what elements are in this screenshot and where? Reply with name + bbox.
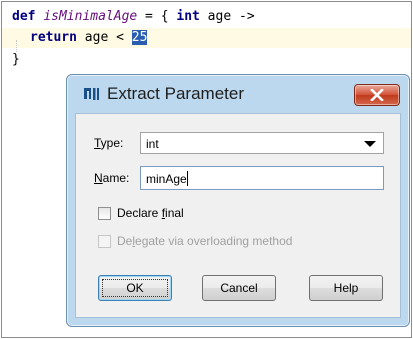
declare-final-label: Declare final xyxy=(117,206,184,220)
intellij-idea-icon xyxy=(83,87,100,102)
keyword-return: return xyxy=(30,30,77,45)
code-line-2-current: return age < 25 xyxy=(2,28,411,48)
type-select[interactable]: int xyxy=(140,132,384,154)
delegate-label: Delegate via overloading method xyxy=(117,234,293,248)
identifier-isMinimalAge: isMinimalAge xyxy=(43,9,138,24)
cancel-button[interactable]: Cancel xyxy=(202,275,276,301)
help-button[interactable]: Help xyxy=(309,275,383,301)
close-button[interactable] xyxy=(354,84,400,106)
text-caret xyxy=(187,171,188,186)
delegate-checkbox xyxy=(98,235,111,248)
screenshot-frame: def isMinimalAge = { int age -> return a… xyxy=(1,1,412,338)
code-text: age -> xyxy=(199,9,255,24)
name-input-value: minAge xyxy=(146,172,187,186)
selected-literal: 25 xyxy=(131,30,148,45)
cancel-button-label: Cancel xyxy=(220,281,258,295)
keyword-int: int xyxy=(176,9,200,24)
name-input[interactable]: minAge xyxy=(140,166,384,190)
type-select-value: int xyxy=(146,137,159,151)
help-button-label: Help xyxy=(333,281,359,295)
dialog-content: Type: int Name: minAge Declare final Del… xyxy=(75,113,401,318)
chevron-down-icon xyxy=(364,141,376,147)
close-icon xyxy=(370,86,384,105)
keyword-def: def xyxy=(12,9,36,24)
dialog-title: Extract Parameter xyxy=(107,84,244,103)
code-text: age < xyxy=(76,30,132,45)
ok-button[interactable]: OK xyxy=(98,275,172,301)
dialog-titlebar[interactable]: Extract Parameter xyxy=(67,75,409,111)
code-text: = { xyxy=(137,9,177,24)
code-line-1: def isMinimalAge = { int age -> xyxy=(12,7,255,27)
declare-final-checkbox[interactable] xyxy=(98,207,111,220)
focus-ring xyxy=(102,279,168,297)
code-line-3: } xyxy=(12,52,20,67)
name-label: Name: xyxy=(94,171,130,185)
extract-parameter-dialog: Extract Parameter Type: int Name: minAge xyxy=(66,74,410,327)
type-label: Type: xyxy=(94,136,124,150)
